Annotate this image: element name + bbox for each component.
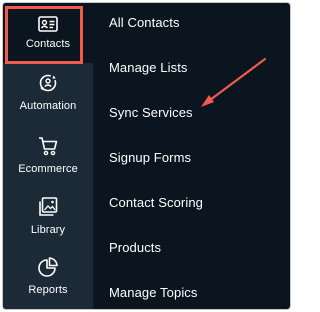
image-library-icon [37,194,59,218]
rail-item-library[interactable]: Library [3,189,93,249]
shopping-cart-icon [37,133,59,157]
rail-item-label: Contacts [25,38,71,50]
rail-item-label: Ecommerce [18,163,78,175]
rail-item-automation[interactable]: Automation [3,65,93,125]
rail-item-label: Library [30,224,66,236]
contact-card-icon [38,8,58,32]
annotation-arrow-icon [201,57,267,107]
rail-item-label: Automation [19,100,77,112]
navigation-rail: Contacts Automation Ecommerce Library Re… [3,3,94,309]
contacts-submenu: All Contacts Manage Lists Sync Services … [93,3,290,309]
pie-chart-icon [37,254,59,278]
rail-item-contacts[interactable]: Contacts [3,3,93,63]
automation-gear-icon [37,70,59,94]
rail-item-ecommerce[interactable]: Ecommerce [3,128,93,188]
rail-item-label: Reports [28,284,68,296]
rail-item-reports[interactable]: Reports [3,249,93,309]
app-window: Contacts Automation Ecommerce Library Re… [2,2,291,310]
